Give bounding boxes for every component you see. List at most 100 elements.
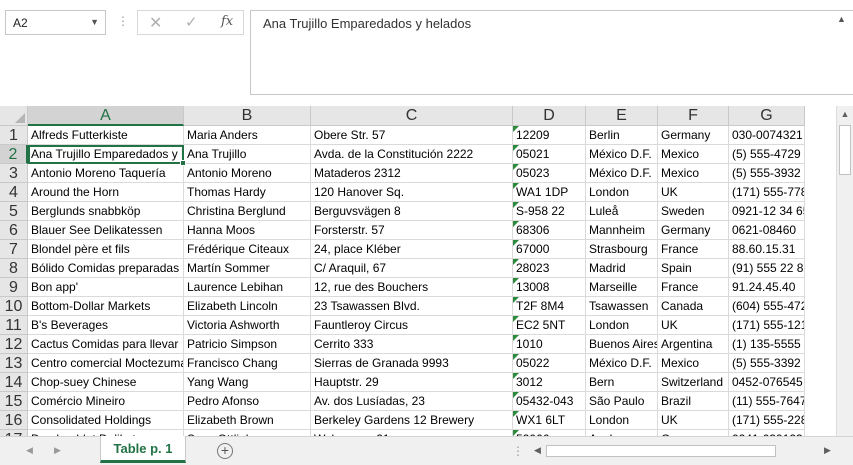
cell-b4[interactable]: Thomas Hardy [184, 183, 311, 202]
cell-g12[interactable]: (1) 135-5555 [729, 335, 805, 354]
name-box[interactable]: A2 ▼ [5, 10, 106, 35]
cell-e16[interactable]: London [586, 411, 658, 430]
cell-b11[interactable]: Victoria Ashworth [184, 316, 311, 335]
cell-e10[interactable]: Tsawassen [586, 297, 658, 316]
cell-f13[interactable]: Mexico [658, 354, 729, 373]
vertical-scroll-thumb[interactable] [839, 125, 851, 175]
cell-f2[interactable]: Mexico [658, 145, 729, 164]
cell-c6[interactable]: Forsterstr. 57 [311, 221, 513, 240]
cell-d14[interactable]: 3012 [513, 373, 586, 392]
cell-b13[interactable]: Francisco Chang [184, 354, 311, 373]
cell-d2[interactable]: 05021 [513, 145, 586, 164]
row-header[interactable]: 4 [0, 183, 28, 202]
cell-a9[interactable]: Bon app' [28, 278, 184, 297]
cell-e4[interactable]: London [586, 183, 658, 202]
cell-d6[interactable]: 68306 [513, 221, 586, 240]
cell-a15[interactable]: Comércio Mineiro [28, 392, 184, 411]
add-sheet-icon[interactable]: + [217, 443, 233, 459]
row-header[interactable]: 1 [0, 126, 28, 145]
cell-g8[interactable]: (91) 555 22 82 [729, 259, 805, 278]
cell-d9[interactable]: 13008 [513, 278, 586, 297]
cell-e14[interactable]: Bern [586, 373, 658, 392]
cell-g3[interactable]: (5) 555-3932 [729, 164, 805, 183]
previous-sheet-icon[interactable]: ◀ [26, 445, 33, 456]
row-header[interactable]: 8 [0, 259, 28, 278]
column-header-c[interactable]: C [311, 106, 513, 126]
cell-c14[interactable]: Hauptstr. 29 [311, 373, 513, 392]
cell-f7[interactable]: France [658, 240, 729, 259]
cell-g13[interactable]: (5) 555-3392 [729, 354, 805, 373]
cell-f5[interactable]: Sweden [658, 202, 729, 221]
cell-f15[interactable]: Brazil [658, 392, 729, 411]
cell-b6[interactable]: Hanna Moos [184, 221, 311, 240]
cell-f12[interactable]: Argentina [658, 335, 729, 354]
cell-f10[interactable]: Canada [658, 297, 729, 316]
cell-c9[interactable]: 12, rue des Bouchers [311, 278, 513, 297]
cell-c7[interactable]: 24, place Kléber [311, 240, 513, 259]
cell-c15[interactable]: Av. dos Lusíadas, 23 [311, 392, 513, 411]
cell-a7[interactable]: Blondel père et fils [28, 240, 184, 259]
cell-b7[interactable]: Frédérique Citeaux [184, 240, 311, 259]
cell-a14[interactable]: Chop-suey Chinese [28, 373, 184, 392]
cell-f8[interactable]: Spain [658, 259, 729, 278]
row-header[interactable]: 13 [0, 354, 28, 373]
row-header[interactable]: 6 [0, 221, 28, 240]
cell-b10[interactable]: Elizabeth Lincoln [184, 297, 311, 316]
cell-f4[interactable]: UK [658, 183, 729, 202]
cell-a4[interactable]: Around the Horn [28, 183, 184, 202]
cell-c5[interactable]: Berguvsvägen 8 [311, 202, 513, 221]
cell-g11[interactable]: (171) 555-1212 [729, 316, 805, 335]
cell-c11[interactable]: Fauntleroy Circus [311, 316, 513, 335]
cell-c16[interactable]: Berkeley Gardens 12 Brewery [311, 411, 513, 430]
cell-d7[interactable]: 67000 [513, 240, 586, 259]
cell-d1[interactable]: 12209 [513, 126, 586, 145]
cell-d12[interactable]: 1010 [513, 335, 586, 354]
cell-a8[interactable]: Bólido Comidas preparadas [28, 259, 184, 278]
cell-g2[interactable]: (5) 555-4729 [729, 145, 805, 164]
cell-d4[interactable]: WA1 1DP [513, 183, 586, 202]
cell-g10[interactable]: (604) 555-4729 [729, 297, 805, 316]
cell-a5[interactable]: Berglunds snabbköp [28, 202, 184, 221]
cell-e15[interactable]: São Paulo [586, 392, 658, 411]
column-header-f[interactable]: F [658, 106, 729, 126]
column-header-g[interactable]: G [729, 106, 805, 126]
row-header[interactable]: 2 [0, 145, 28, 164]
cell-e7[interactable]: Strasbourg [586, 240, 658, 259]
cell-b12[interactable]: Patricio Simpson [184, 335, 311, 354]
cell-g5[interactable]: 0921-12 34 65 [729, 202, 805, 221]
cell-g9[interactable]: 91.24.45.40 [729, 278, 805, 297]
cell-b15[interactable]: Pedro Afonso [184, 392, 311, 411]
row-header[interactable]: 10 [0, 297, 28, 316]
cell-c13[interactable]: Sierras de Granada 9993 [311, 354, 513, 373]
horizontal-scrollbar[interactable]: ◀ ▶ [530, 443, 836, 460]
cell-e5[interactable]: Luleå [586, 202, 658, 221]
row-header[interactable]: 9 [0, 278, 28, 297]
cell-b14[interactable]: Yang Wang [184, 373, 311, 392]
cell-g16[interactable]: (171) 555-2282 [729, 411, 805, 430]
cell-g14[interactable]: 0452-076545 [729, 373, 805, 392]
formula-input[interactable]: Ana Trujillo Emparedados y helados [250, 10, 853, 95]
row-header[interactable]: 3 [0, 164, 28, 183]
cancel-icon[interactable]: ✕ [149, 13, 162, 33]
cell-c2[interactable]: Avda. de la Constitución 2222 [311, 145, 513, 164]
column-header-d[interactable]: D [513, 106, 586, 126]
column-header-e[interactable]: E [586, 106, 658, 126]
cell-c1[interactable]: Obere Str. 57 [311, 126, 513, 145]
column-header-b[interactable]: B [184, 106, 311, 126]
cell-e3[interactable]: México D.F. [586, 164, 658, 183]
cell-d5[interactable]: S-958 22 [513, 202, 586, 221]
cell-a13[interactable]: Centro comercial Moctezuma [28, 354, 184, 373]
horizontal-scroll-thumb[interactable] [546, 445, 776, 457]
cell-a12[interactable]: Cactus Comidas para llevar [28, 335, 184, 354]
cell-d15[interactable]: 05432-043 [513, 392, 586, 411]
cell-g7[interactable]: 88.60.15.31 [729, 240, 805, 259]
tab-splitter-grip-icon[interactable]: ⋮ [512, 444, 524, 458]
scroll-up-icon[interactable]: ▲ [837, 106, 853, 123]
scroll-left-icon[interactable]: ◀ [534, 445, 541, 456]
cell-e9[interactable]: Marseille [586, 278, 658, 297]
cell-b1[interactable]: Maria Anders [184, 126, 311, 145]
cell-c4[interactable]: 120 Hanover Sq. [311, 183, 513, 202]
cell-b8[interactable]: Martín Sommer [184, 259, 311, 278]
cell-g6[interactable]: 0621-08460 [729, 221, 805, 240]
cell-b2[interactable]: Ana Trujillo [184, 145, 311, 164]
